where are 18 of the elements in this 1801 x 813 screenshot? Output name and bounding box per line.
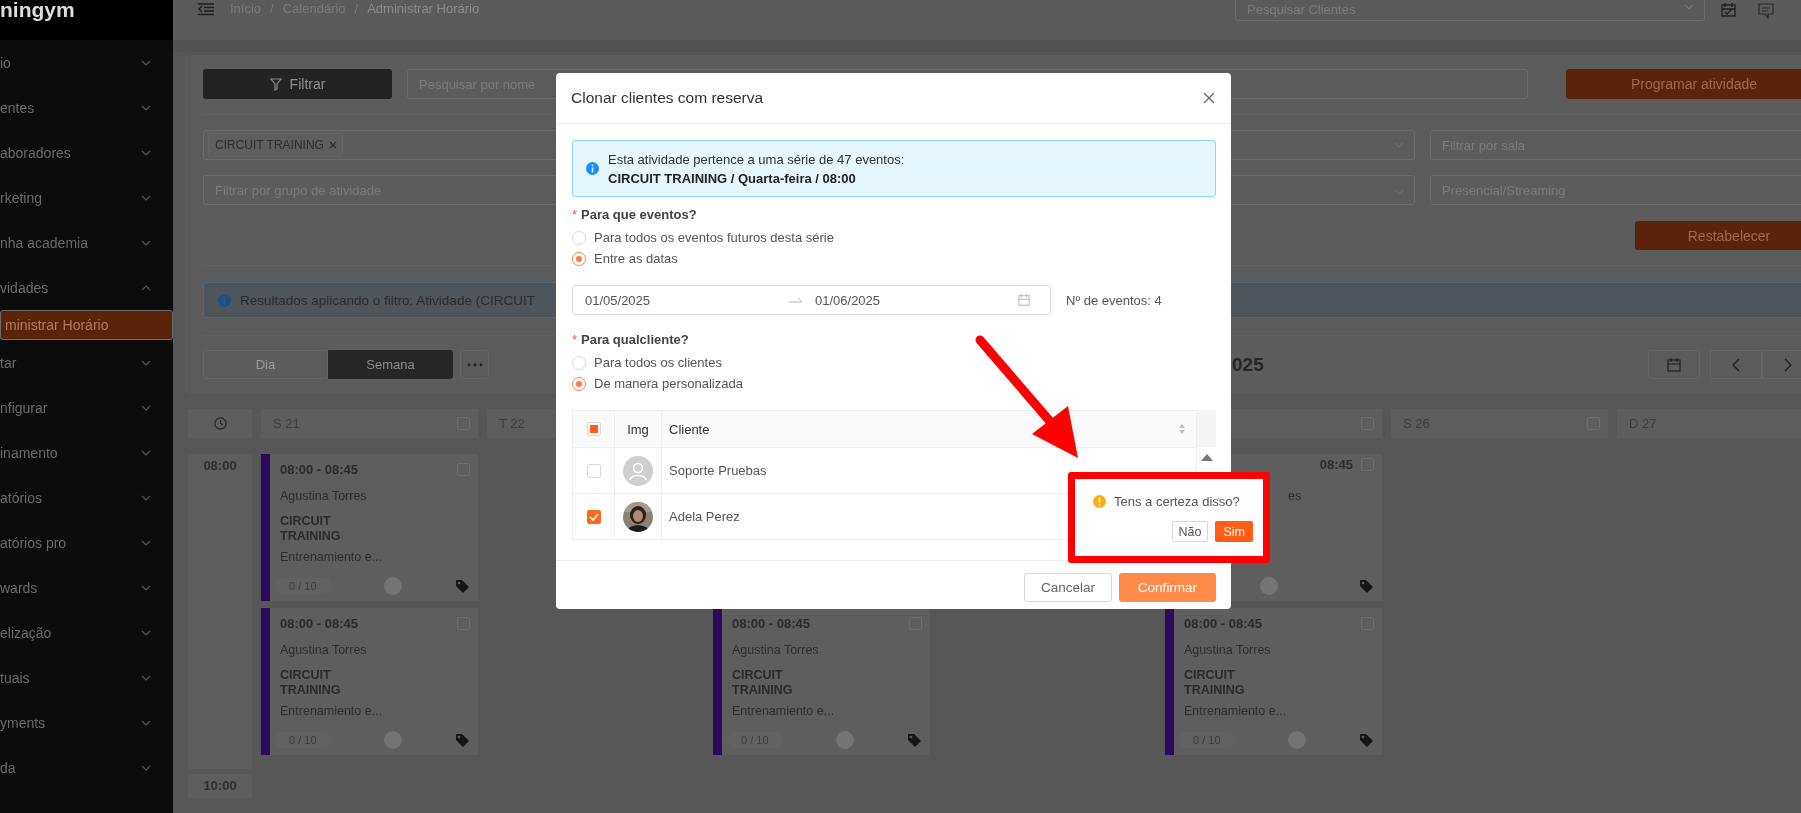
required-mark: * bbox=[572, 331, 578, 347]
client-name: Adela Perez bbox=[669, 509, 740, 524]
client-name: Soporte Pruebas bbox=[669, 463, 767, 478]
calendar-title: 025 bbox=[1232, 353, 1264, 376]
question-label: Para que eventos? bbox=[581, 206, 697, 222]
option-label: Entre as datas bbox=[594, 251, 678, 266]
event-count: Nº de eventos: 4 bbox=[1066, 292, 1162, 308]
option-label: Para todos os eventos futuros desta série bbox=[594, 230, 834, 245]
dialog-title: Clonar clientes com reserva bbox=[571, 89, 764, 107]
required-mark: * bbox=[572, 206, 578, 222]
series-text: CIRCUIT TRAINING / Quarta-feira / 08:00 bbox=[608, 170, 857, 186]
question-label: Para qualcliente? bbox=[581, 331, 689, 347]
option-label: De manera personalizada bbox=[594, 376, 743, 391]
option-label: Para todos os clientes bbox=[594, 355, 722, 370]
breadcrumb-separator: / bbox=[354, 0, 359, 18]
notice-text: Esta atividade pertence a uma série de 47 eventos: bbox=[608, 151, 905, 167]
logo-text: ningym bbox=[0, 0, 75, 20]
breadcrumb-separator: / bbox=[270, 0, 274, 18]
